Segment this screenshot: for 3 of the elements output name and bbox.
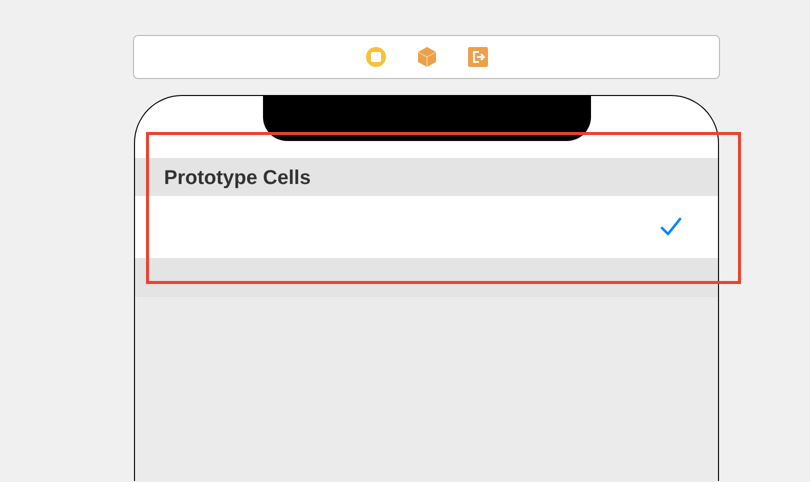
exit-icon[interactable]	[466, 46, 488, 68]
section-header: Prototype Cells	[135, 158, 718, 196]
cube-icon[interactable]	[416, 46, 436, 68]
